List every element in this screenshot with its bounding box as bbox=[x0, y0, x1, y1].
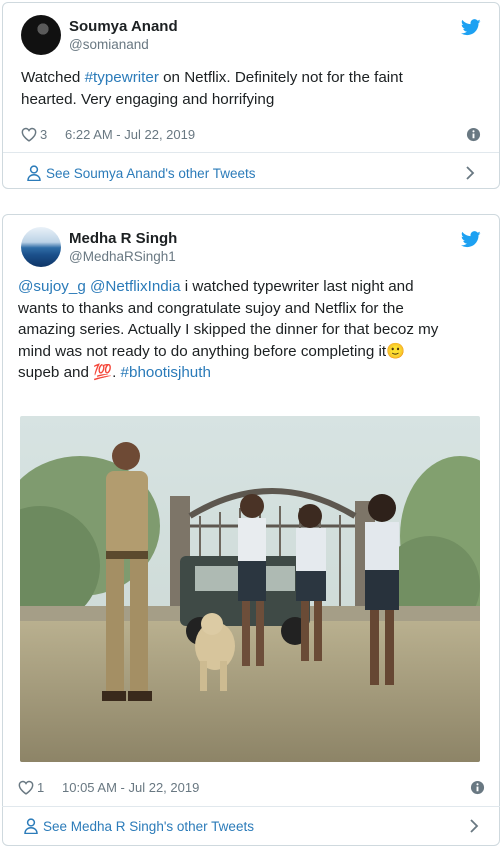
author-handle[interactable]: @MedhaRSingh1 bbox=[69, 249, 176, 264]
hundred-points-emoji: 💯 bbox=[93, 364, 113, 381]
info-icon[interactable] bbox=[466, 127, 481, 142]
other-tweets-link[interactable]: See Soumya Anand's other Tweets bbox=[21, 161, 481, 187]
divider bbox=[3, 152, 499, 153]
info-icon[interactable] bbox=[470, 780, 485, 795]
photo-scene bbox=[20, 416, 480, 762]
person-icon bbox=[24, 818, 38, 834]
mention-link[interactable]: @sujoy_g bbox=[18, 278, 86, 295]
mention-link[interactable]: @NetflixIndia bbox=[90, 278, 181, 295]
tweet-meta: 3 6:22 AM - Jul 22, 2019 bbox=[21, 125, 481, 145]
tweet-text-part: i watched typewriter last night and bbox=[180, 278, 414, 295]
tweet-text-part: Watched bbox=[21, 69, 85, 86]
twitter-bird-icon[interactable] bbox=[461, 231, 481, 248]
author-name[interactable]: Soumya Anand bbox=[69, 18, 178, 35]
person-icon bbox=[27, 165, 41, 181]
tweet-timestamp[interactable]: 6:22 AM - Jul 22, 2019 bbox=[65, 127, 195, 142]
tweet-header: Soumya Anand @somianand bbox=[21, 15, 481, 59]
tweet-header: Medha R Singh @MedhaRSingh1 bbox=[21, 227, 481, 271]
tweet-photo[interactable] bbox=[20, 416, 480, 762]
tweet-text-part: wants to thanks and congratulate sujoy a… bbox=[18, 299, 404, 317]
smile-emoji: 🙂 bbox=[386, 342, 406, 360]
tweet-text-part: amazing series. Actually I skipped the d… bbox=[18, 321, 439, 338]
tweet-text-part: mind was not ready to do anything before… bbox=[18, 342, 387, 360]
heart-icon[interactable] bbox=[18, 780, 34, 795]
tweet-text-part: . bbox=[112, 364, 121, 381]
tweet-text-part: on Netflix. Definitely not for the faint bbox=[158, 69, 403, 86]
other-tweets-label[interactable]: See Soumya Anand's other Tweets bbox=[46, 166, 255, 181]
other-tweets-label[interactable]: See Medha R Singh's other Tweets bbox=[43, 819, 254, 834]
chevron-right-icon[interactable] bbox=[465, 165, 475, 181]
author-handle[interactable]: @somianand bbox=[69, 37, 149, 52]
hashtag-link[interactable]: #bhootisjhuth bbox=[121, 364, 211, 381]
hashtag-link[interactable]: #typewriter bbox=[85, 69, 159, 86]
tweet-text-part: hearted. Very engaging and horrifying bbox=[21, 90, 275, 108]
tweet-timestamp[interactable]: 10:05 AM - Jul 22, 2019 bbox=[62, 780, 199, 795]
avatar[interactable] bbox=[21, 15, 61, 55]
heart-icon[interactable] bbox=[21, 127, 37, 142]
like-count[interactable]: 3 bbox=[40, 127, 47, 142]
author-name[interactable]: Medha R Singh bbox=[69, 230, 177, 247]
tweet-card: Soumya Anand @somianand Watched #typewri… bbox=[2, 2, 500, 189]
divider bbox=[2, 806, 500, 807]
chevron-right-icon[interactable] bbox=[469, 818, 479, 834]
other-tweets-link[interactable]: See Medha R Singh's other Tweets bbox=[18, 814, 485, 840]
like-count[interactable]: 1 bbox=[37, 780, 44, 795]
tweet-text-part: supeb and bbox=[18, 364, 94, 381]
twitter-bird-icon[interactable] bbox=[461, 19, 481, 36]
tweet-text: Watched #typewriter on Netflix. Definite… bbox=[21, 67, 481, 110]
avatar[interactable] bbox=[21, 227, 61, 267]
tweet-meta: 1 10:05 AM - Jul 22, 2019 bbox=[18, 778, 485, 798]
tweet-text: @sujoy_g @NetflixIndia i watched typewri… bbox=[18, 276, 485, 384]
